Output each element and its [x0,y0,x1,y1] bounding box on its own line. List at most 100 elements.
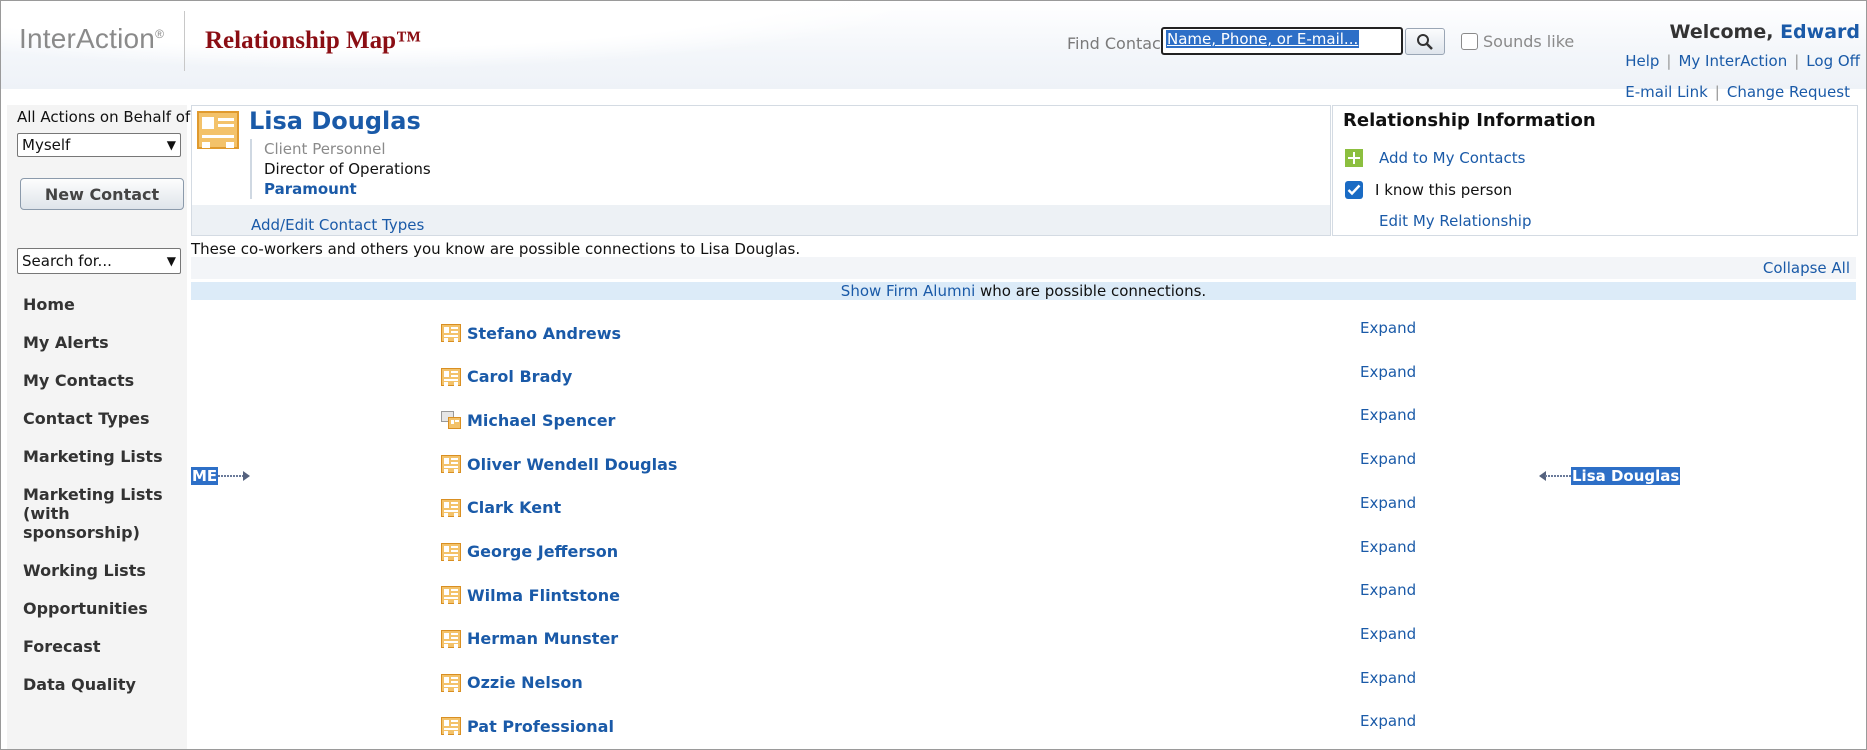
me-label: ME [191,467,219,485]
coworker-row: Herman Munster [441,627,618,651]
arrow-left-icon [1539,471,1571,481]
help-link[interactable]: Help [1625,52,1659,70]
contact-card-icon [441,498,461,517]
email-link[interactable]: E-mail Link [1625,83,1708,101]
expand-link[interactable]: Expand [1360,319,1416,337]
contact-card-icon [441,542,461,561]
expand-link[interactable]: Expand [1360,450,1416,468]
coworker-name-link[interactable]: Wilma Flintstone [467,586,620,605]
coworker-row: Wilma Flintstone [441,583,620,607]
sidebar-item-my-alerts[interactable]: My Alerts [23,333,163,352]
contact-card-icon [441,629,461,648]
sounds-like-checkbox[interactable]: Sounds like [1461,32,1574,51]
contact-card-icon [441,367,461,386]
contact-name[interactable]: Lisa Douglas [249,107,421,135]
coworker-row: Carol Brady [441,365,572,389]
coworker-name-link[interactable]: Herman Munster [467,629,618,648]
sidebar-item-opportunities[interactable]: Opportunities [23,599,163,618]
contact-type: Client Personnel [264,140,386,158]
contact-job-title: Director of Operations [264,160,431,178]
contact-details: Client Personnel Director of Operations … [250,139,431,199]
top-links: Help | My InterAction | Log Off [1625,52,1860,70]
contact-card-icon [441,717,461,736]
new-contact-button[interactable]: New Contact [20,178,184,210]
chevron-down-icon: ▼ [166,254,176,268]
collapse-all-link[interactable]: Collapse All [1763,259,1850,277]
contact-card-icon [197,111,239,149]
alumni-bar: Show Firm Alumni who are possible connec… [191,282,1856,300]
coworker-name-link[interactable]: Pat Professional [467,717,614,736]
coworker-name-link[interactable]: Carol Brady [467,367,572,386]
collapse-bar: Collapse All [191,257,1856,279]
edit-contact-types-link[interactable]: Add/Edit Contact Types [251,216,424,234]
behalf-label: All Actions on Behalf of [17,108,191,126]
chevron-down-icon: ▼ [166,138,176,152]
sidebar-item-home[interactable]: Home [23,295,163,314]
user-name-link[interactable]: Edward [1780,21,1860,43]
expand-link[interactable]: Expand [1360,712,1416,730]
expand-link[interactable]: Expand [1360,494,1416,512]
expand-link[interactable]: Expand [1360,363,1416,381]
sidebar-item-working-lists[interactable]: Working Lists [23,561,163,580]
relationship-info-panel: Relationship Information Add to My Conta… [1332,105,1858,236]
expand-link[interactable]: Expand [1360,538,1416,556]
behalf-select[interactable]: Myself ▼ [17,133,181,157]
contact-summary: Lisa Douglas Client Personnel Director o… [191,105,1331,236]
coworker-name-link[interactable]: George Jefferson [467,542,618,561]
sidebar-item-marketing-lists[interactable]: Marketing Lists [23,447,163,466]
interaction-logo[interactable]: InterAction® [19,23,164,55]
sidebar-item-my-contacts[interactable]: My Contacts [23,371,163,390]
find-contact-input[interactable]: Name, Phone, or E-mail... [1161,27,1403,55]
find-contact-label: Find Contact: [1067,34,1173,53]
map-intro-text: These co-workers and others you know are… [191,240,801,258]
edit-my-relationship-link[interactable]: Edit My Relationship [1379,212,1531,230]
page-title: Relationship Map™ [205,27,422,54]
log-off-link[interactable]: Log Off [1806,52,1860,70]
coworker-name-link[interactable]: Oliver Wendell Douglas [467,455,677,474]
search-for-select[interactable]: Search for... ▼ [17,248,181,274]
coworker-row: Michael Spencer [441,408,615,432]
expand-link[interactable]: Expand [1360,406,1416,424]
search-icon [1417,33,1433,50]
search-button[interactable] [1405,28,1445,55]
contact-card-icon [441,324,461,342]
coworker-row: George Jefferson [441,540,618,564]
target-label: Lisa Douglas [1571,467,1681,485]
relationship-info-title: Relationship Information [1343,110,1596,131]
sidebar-item-data-quality[interactable]: Data Quality [23,675,163,694]
welcome-text: Welcome, Edward [1669,21,1860,43]
sidebar-item-contact-types[interactable]: Contact Types [23,409,163,428]
coworker-row: Stefano Andrews [441,321,621,345]
coworker-name-link[interactable]: Ozzie Nelson [467,673,583,692]
coworker-row: Ozzie Nelson [441,671,583,695]
contact-company-link[interactable]: Paramount [264,179,431,199]
coworker-row: Oliver Wendell Douglas [441,452,677,476]
sidebar-item-forecast[interactable]: Forecast [23,637,163,656]
add-to-my-contacts-link[interactable]: Add to My Contacts [1345,149,1525,167]
know-person-checkbox[interactable]: I know this person [1345,181,1512,199]
change-request-link[interactable]: Change Request [1727,83,1850,101]
checkbox-icon [1461,33,1478,50]
coworker-name-link[interactable]: Stefano Andrews [467,324,621,343]
app-window: InterAction® Relationship Map™ Find Cont… [0,0,1867,750]
arrow-right-icon [218,471,251,481]
checkmark-icon [1345,181,1363,199]
me-node[interactable]: ME [191,467,251,485]
coworker-row: Clark Kent [441,496,561,520]
coworker-name-link[interactable]: Michael Spencer [467,411,615,430]
target-node[interactable]: Lisa Douglas [1539,467,1681,485]
coworker-row: Pat Professional [441,714,614,738]
show-firm-alumni-link[interactable]: Show Firm Alumni [841,282,975,300]
shared-contact-icon [441,411,461,430]
sidebar-item-marketing-lists-sponsorship[interactable]: Marketing Lists (with sponsorship) [23,485,163,542]
sub-links: E-mail Link | Change Request [1625,83,1850,101]
expand-link[interactable]: Expand [1360,669,1416,687]
divider [184,11,185,71]
plus-icon [1345,149,1363,167]
expand-link[interactable]: Expand [1360,625,1416,643]
my-interaction-link[interactable]: My InterAction [1678,52,1787,70]
expand-link[interactable]: Expand [1360,581,1416,599]
sidebar-nav: Home My Alerts My Contacts Contact Types… [23,295,163,713]
coworker-name-link[interactable]: Clark Kent [467,498,561,517]
contact-card-icon [441,586,461,605]
